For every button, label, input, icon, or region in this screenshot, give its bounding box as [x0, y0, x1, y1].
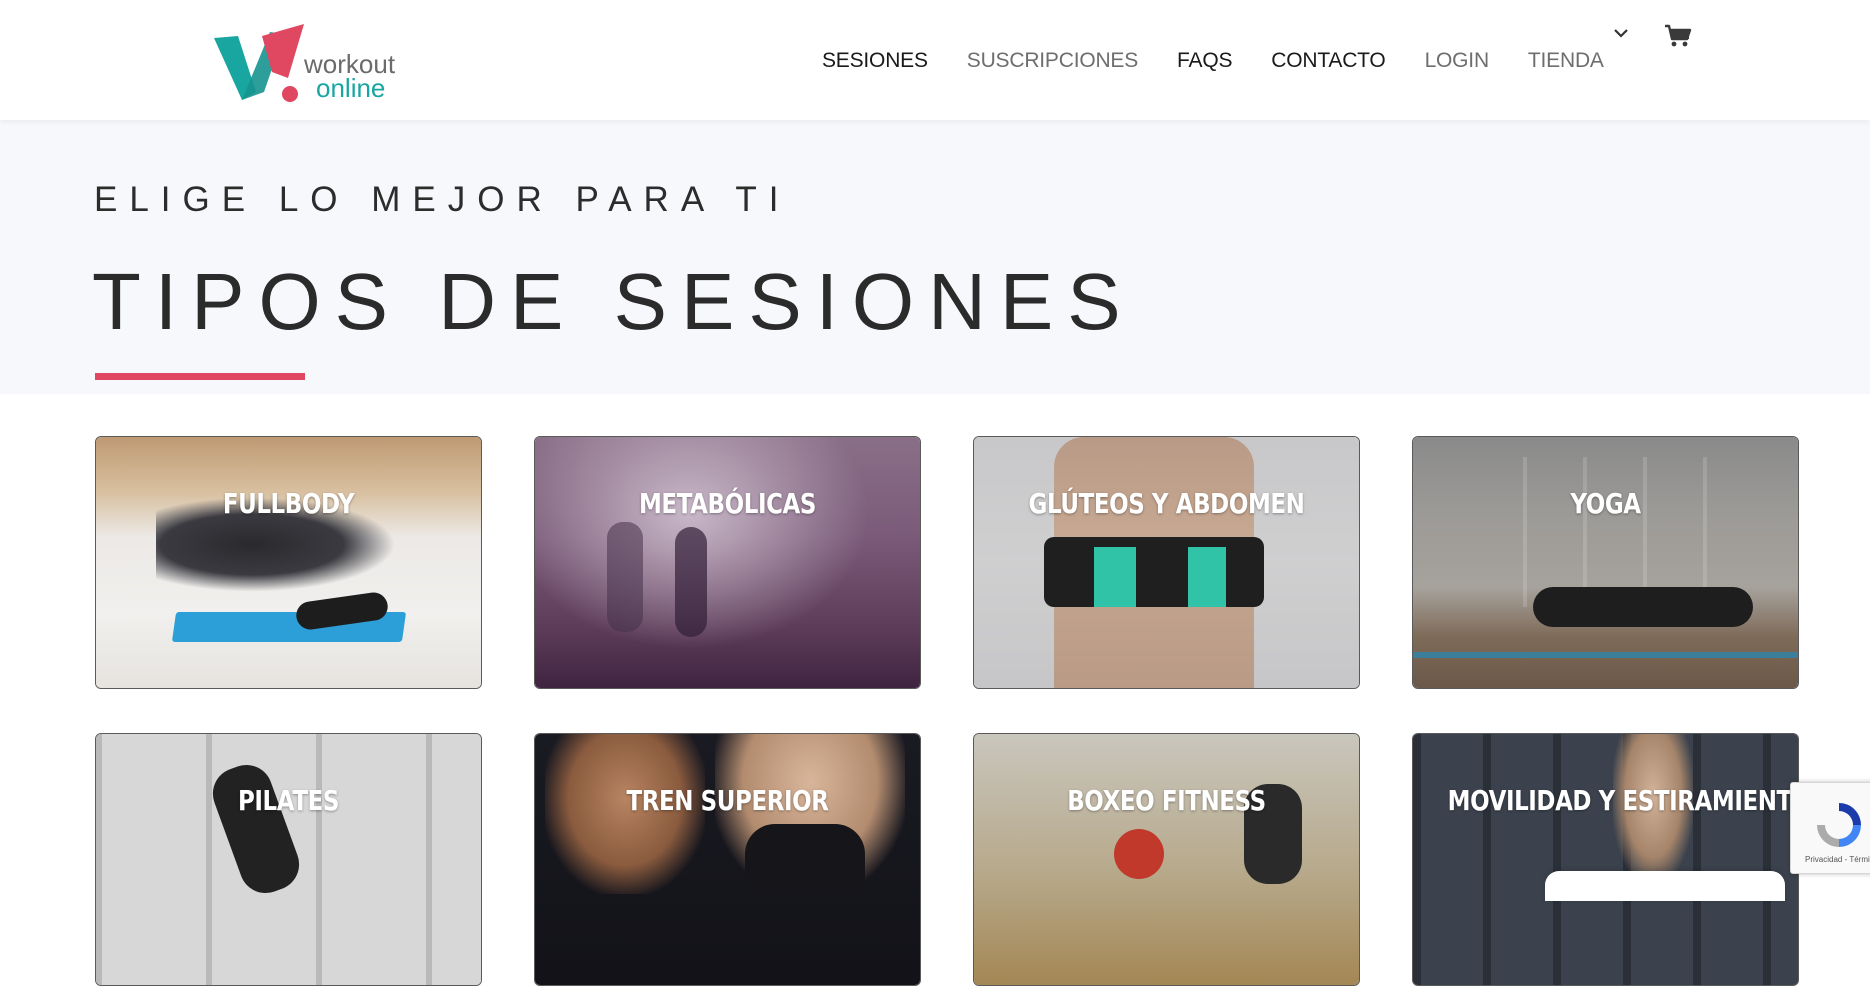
- nav-tienda[interactable]: TIENDA: [1528, 49, 1604, 73]
- session-card-fullbody[interactable]: FULLBODY: [95, 436, 482, 689]
- card-label: YOGA: [1570, 487, 1641, 520]
- hero-section: ELIGE LO MEJOR PARA TI TIPOS DE SESIONES: [0, 120, 1870, 394]
- session-card-movilidad-estiramiento[interactable]: MOVILIDAD Y ESTIRAMIENTO: [1412, 733, 1799, 986]
- yoga-mat: [1413, 652, 1798, 658]
- card-label: METABÓLICAS: [638, 487, 817, 520]
- runner-silhouette-1: [607, 522, 643, 632]
- card-label: PILATES: [237, 784, 339, 817]
- session-card-tren-superior[interactable]: TREN SUPERIOR: [534, 733, 921, 986]
- black-shorts: [1044, 537, 1264, 607]
- card-label: MOVILIDAD Y ESTIRAMIENTO: [1447, 784, 1799, 817]
- nav-sesiones[interactable]: SESIONES: [822, 49, 928, 73]
- recaptcha-footer[interactable]: Privacidad - Términos: [1805, 855, 1870, 864]
- chat-widget-tab[interactable]: [1545, 871, 1785, 901]
- session-card-gluteos-abdomen[interactable]: GLÚTEOS Y ABDOMEN: [973, 436, 1360, 689]
- card-label: FULLBODY: [222, 487, 355, 520]
- nav-contacto[interactable]: CONTACTO: [1271, 49, 1385, 73]
- session-card-yoga[interactable]: YOGA: [1412, 436, 1799, 689]
- cart-icon[interactable]: [1664, 24, 1692, 48]
- nav-suscripciones[interactable]: SUSCRIPCIONES: [967, 49, 1138, 73]
- card-label: GLÚTEOS Y ABDOMEN: [1028, 487, 1305, 520]
- shorts-stripe-right: [1188, 547, 1226, 607]
- logo-mark-icon: [214, 24, 304, 102]
- card-label: TREN SUPERIOR: [626, 784, 829, 817]
- session-card-boxeo-fitness[interactable]: BOXEO FITNESS: [973, 733, 1360, 986]
- workout-online-logo[interactable]: workout online: [212, 18, 412, 102]
- boxing-glove-red: [1114, 829, 1164, 879]
- page-title: TIPOS DE SESIONES: [92, 257, 1135, 346]
- session-card-metabolicas[interactable]: METABÓLICAS: [534, 436, 921, 689]
- title-underline: [95, 373, 305, 380]
- sports-top: [745, 824, 865, 894]
- nav-login[interactable]: LOGIN: [1425, 49, 1490, 73]
- session-card-pilates[interactable]: PILATES: [95, 733, 482, 986]
- logo-line-2: online: [316, 73, 386, 103]
- card-label: BOXEO FITNESS: [1067, 784, 1266, 817]
- logo-wordmark: workout online: [304, 51, 395, 103]
- window-frames: [1523, 457, 1763, 607]
- card-photo: [1413, 734, 1798, 985]
- shorts-stripe-left: [1094, 547, 1136, 607]
- main-nav: SESIONES SUSCRIPCIONES FAQS CONTACTO LOG…: [822, 46, 1643, 76]
- site-header: workout online SESIONES SUSCRIPCIONES FA…: [0, 0, 1870, 120]
- recaptcha-icon: [1817, 803, 1861, 847]
- runner-silhouette-2: [675, 527, 707, 637]
- chevron-down-icon[interactable]: [1612, 26, 1630, 40]
- card-photo: [535, 437, 920, 688]
- nav-faqs[interactable]: FAQS: [1177, 49, 1232, 73]
- recaptcha-badge[interactable]: Privacidad - Términos: [1790, 782, 1870, 874]
- hero-eyebrow: ELIGE LO MEJOR PARA TI: [94, 180, 791, 219]
- yoga-pose-silhouette: [1533, 587, 1753, 627]
